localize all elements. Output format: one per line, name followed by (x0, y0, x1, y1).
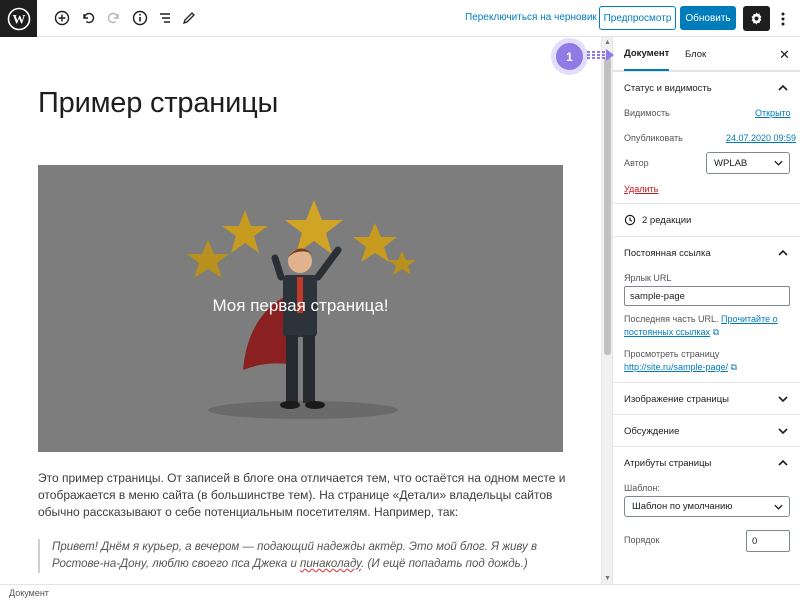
panel-discussion[interactable]: Обсуждение (613, 414, 800, 446)
paragraph-block[interactable]: Это пример страницы. От записей в блоге … (38, 470, 568, 521)
history-icon (624, 214, 636, 226)
tab-block[interactable]: Блок (685, 37, 706, 71)
author-select[interactable]: WPLAB (706, 152, 790, 174)
editor-scrollbar[interactable]: ▲ ▼ (601, 37, 612, 584)
panel-revisions[interactable]: 2 редакции (613, 203, 800, 236)
chevron-up-icon (777, 456, 789, 474)
author-select-value: WPLAB (714, 157, 748, 169)
chevron-down-icon (777, 424, 789, 442)
panel-title: Атрибуты страницы (624, 458, 712, 469)
quote-block[interactable]: Привет! Днём я курьер, а вечером — подаю… (38, 539, 568, 573)
pencil-tools-icon[interactable] (178, 7, 200, 29)
cover-heading[interactable]: Моя первая страница! (38, 296, 563, 316)
panel-status-visibility[interactable]: Статус и видимость (613, 71, 800, 103)
panel-title: Обсуждение (624, 426, 680, 437)
top-toolbar: W Переключиться на черновик Предпросмотр… (0, 0, 800, 37)
order-input[interactable]: 0 (746, 530, 790, 552)
page-title[interactable]: Пример страницы (38, 87, 278, 120)
misspelled-word: пинаколаду (300, 558, 362, 570)
scroll-down-icon[interactable]: ▼ (604, 575, 611, 582)
editor-canvas: Пример страницы Моя первая страница! Это… (0, 37, 601, 584)
panel-title: Постоянная ссылка (624, 248, 711, 259)
view-page: Просмотреть страницу http://site.ru/samp… (624, 348, 792, 374)
wordpress-logo-icon[interactable]: W (0, 0, 37, 37)
undo-icon[interactable] (77, 7, 99, 29)
view-page-link[interactable]: http://site.ru/sample-page/ (624, 362, 728, 372)
external-link-icon: ⧉ (712, 327, 720, 337)
author-label: Автор (624, 158, 649, 168)
view-page-label: Просмотреть страницу (624, 349, 720, 359)
svg-text:W: W (12, 11, 25, 26)
breadcrumb-item[interactable]: Документ (9, 588, 49, 598)
scrollbar-thumb[interactable] (604, 57, 611, 355)
chevron-down-icon (774, 159, 783, 170)
order-input-value: 0 (752, 535, 758, 547)
template-label: Шаблон: (624, 483, 660, 493)
revisions-count: 2 редакции (642, 214, 692, 226)
cover-block[interactable]: Моя первая страница! (38, 165, 563, 452)
slug-input-value: sample-page (630, 290, 685, 302)
delete-link[interactable]: Удалить (624, 184, 658, 194)
dashed-arrow-icon (587, 49, 614, 61)
switch-to-draft-link[interactable]: Переключиться на черновик (465, 12, 597, 23)
preview-button[interactable]: Предпросмотр (599, 6, 676, 30)
publish-label: Опубликовать (624, 133, 683, 143)
scroll-up-icon[interactable]: ▲ (604, 39, 611, 46)
settings-gear-icon[interactable] (743, 6, 770, 31)
more-options-icon[interactable] (776, 8, 790, 30)
close-sidebar-icon[interactable]: ✕ (779, 47, 790, 63)
redo-icon[interactable] (103, 7, 125, 29)
publish-date-toggle[interactable]: 24.07.2020 09:59 (726, 133, 796, 143)
add-block-icon[interactable] (51, 7, 73, 29)
permalink-help: Последняя часть URL. Прочитайте о постоя… (624, 313, 792, 339)
step-number-badge: 1 (556, 43, 583, 70)
breadcrumb-bar: Документ (0, 584, 800, 600)
update-button[interactable]: Обновить (680, 6, 736, 30)
permalink-help-text: Последняя часть URL. (624, 314, 719, 324)
chevron-down-icon (777, 392, 789, 410)
chevron-up-icon (777, 81, 789, 99)
sidebar-tabs: Документ Блок ✕ (613, 37, 800, 71)
panel-featured-image[interactable]: Изображение страницы (613, 382, 800, 414)
panel-title: Изображение страницы (624, 394, 729, 405)
chevron-down-icon (774, 503, 783, 514)
order-label: Порядок (624, 535, 660, 545)
slug-input[interactable]: sample-page (624, 286, 790, 306)
list-view-icon[interactable] (154, 7, 176, 29)
tab-document[interactable]: Документ (624, 37, 670, 71)
quote-text-end: . (И ещё попадать под дождь.) (361, 558, 528, 570)
template-select[interactable]: Шаблон по умолчанию (624, 496, 790, 517)
panel-permalink[interactable]: Постоянная ссылка (613, 236, 800, 268)
visibility-toggle[interactable]: Открыто (755, 108, 791, 118)
external-link-icon: ⧉ (730, 362, 738, 372)
slug-label: Ярлык URL (624, 273, 672, 283)
panel-title: Статус и видимость (624, 83, 712, 94)
settings-sidebar: Документ Блок ✕ Статус и видимость Видим… (612, 37, 800, 584)
chevron-up-icon (777, 246, 789, 264)
info-icon[interactable] (129, 7, 151, 29)
template-select-value: Шаблон по умолчанию (632, 501, 733, 512)
panel-page-attributes[interactable]: Атрибуты страницы (613, 446, 800, 478)
visibility-label: Видимость (624, 108, 670, 118)
